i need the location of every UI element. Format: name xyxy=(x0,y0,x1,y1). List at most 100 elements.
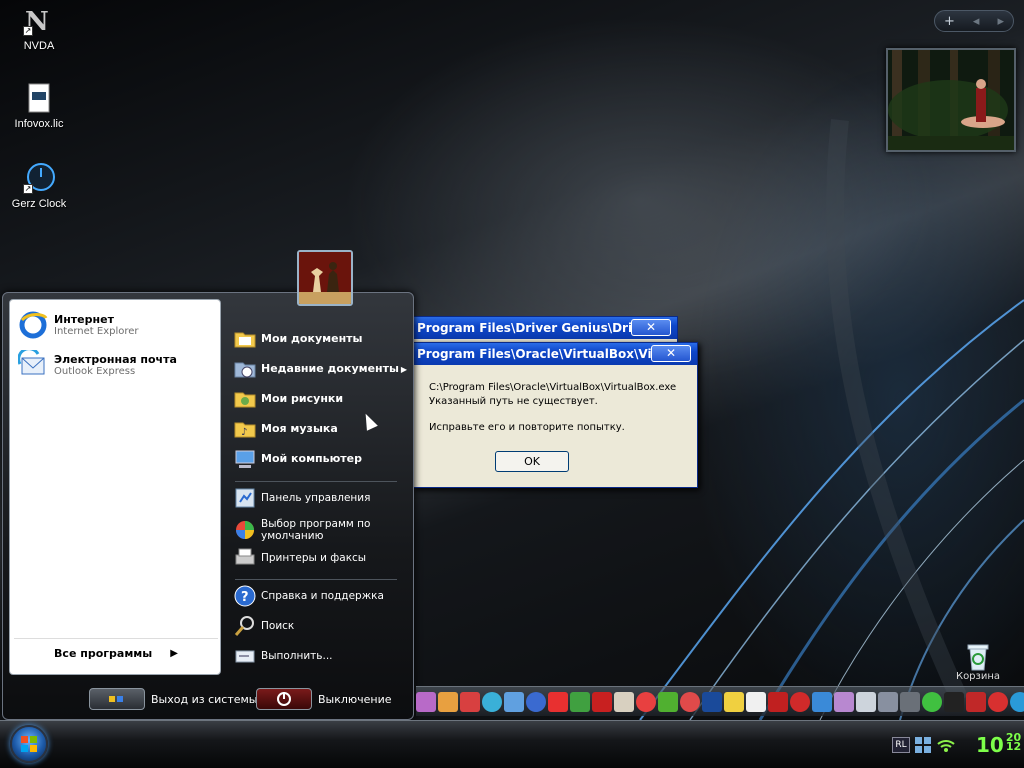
internet-explorer-icon xyxy=(18,310,48,340)
app-launcher-icon[interactable] xyxy=(966,691,986,712)
app-launcher-icon[interactable] xyxy=(900,691,920,712)
app-launcher-icon[interactable] xyxy=(944,691,964,712)
pinned-programs-pane: Интернет Internet Explorer Электронная п… xyxy=(9,299,221,675)
error-line-2: Исправьте его и повторите попытку. xyxy=(429,422,625,433)
menu-item-recent-documents[interactable]: Недавние документы ▶ xyxy=(233,356,411,382)
desktop-icon-recycle-bin[interactable]: Корзина xyxy=(950,642,1006,682)
default-programs-icon xyxy=(233,518,257,542)
app-launcher-icon[interactable] xyxy=(856,691,876,712)
all-programs-button[interactable]: Все программы ▶ xyxy=(14,638,218,668)
app-launcher-icon[interactable] xyxy=(746,691,766,712)
close-button[interactable]: ✕ xyxy=(631,319,671,336)
app-launcher-icon[interactable] xyxy=(834,691,854,712)
pinned-title: Электронная почта xyxy=(54,353,177,366)
menu-separator xyxy=(235,481,397,482)
app-launcher-icon[interactable] xyxy=(592,691,612,712)
app-launcher-icon[interactable] xyxy=(658,691,678,712)
start-menu: Интернет Internet Explorer Электронная п… xyxy=(2,292,414,720)
taskbar-clock[interactable]: 10 20 12 xyxy=(976,732,1021,757)
chevron-right-icon: ▶ xyxy=(400,364,407,374)
desktop-icon-infovox[interactable]: Infovox.lic xyxy=(1,82,77,130)
app-launcher-icon[interactable] xyxy=(504,691,524,712)
app-launcher-icon[interactable] xyxy=(482,691,502,712)
user-picture[interactable] xyxy=(297,250,353,306)
app-launcher-icon[interactable] xyxy=(636,691,656,712)
taskbar xyxy=(0,720,1024,768)
menu-item-run[interactable]: Выполнить... xyxy=(233,643,411,669)
pinned-outlook-express[interactable]: Электронная почта Outlook Express xyxy=(17,347,216,382)
app-launcher-icon[interactable] xyxy=(526,691,546,712)
desktop-icon-label: NVDA xyxy=(23,40,55,52)
error-path: C:\Program Files\Oracle\VirtualBox\Virtu… xyxy=(429,382,677,393)
quick-launch-bar xyxy=(416,686,1024,716)
log-off-button[interactable]: Выход из системы xyxy=(89,687,257,711)
app-launcher-icon[interactable] xyxy=(460,691,480,712)
menu-item-default-programs[interactable]: Выбор программ по умолчанию xyxy=(233,515,411,545)
menu-item-printers-faxes[interactable]: Принтеры и факсы xyxy=(233,545,411,571)
slideshow-gadget[interactable] xyxy=(886,48,1016,152)
pinned-internet-explorer[interactable]: Интернет Internet Explorer xyxy=(18,308,216,342)
menu-item-search[interactable]: Поиск xyxy=(233,613,411,639)
svg-text:♪: ♪ xyxy=(241,427,247,438)
menu-item-help-support[interactable]: ? Справка и поддержка xyxy=(233,583,411,609)
app-launcher-icon[interactable] xyxy=(812,691,832,712)
wireless-signal-icon[interactable] xyxy=(936,736,956,754)
desktop-icon-label: Gerz Clock xyxy=(11,198,67,210)
log-off-label: Выход из системы xyxy=(151,692,258,706)
app-launcher-icon[interactable] xyxy=(768,691,788,712)
menu-item-my-pictures[interactable]: Мои рисунки xyxy=(233,386,411,412)
menu-item-my-computer[interactable]: Мой компьютер xyxy=(233,446,411,472)
start-button[interactable] xyxy=(10,725,48,763)
dialog-title[interactable]: Program Files\Driver Genius\Drive... ✕ xyxy=(413,317,677,339)
error-dialog-virtualbox[interactable]: Program Files\Oracle\VirtualBox\Vir... ✕… xyxy=(412,342,698,488)
app-launcher-icon[interactable] xyxy=(438,691,458,712)
error-dialog-driver-genius[interactable]: Program Files\Driver Genius\Drive... ✕ xyxy=(412,316,678,344)
start-menu-footer: Выход из системы Выключение xyxy=(3,679,413,719)
menu-item-my-documents[interactable]: Мои документы xyxy=(233,326,411,352)
dialog-title[interactable]: Program Files\Oracle\VirtualBox\Vir... ✕ xyxy=(413,343,697,365)
desktop-icon-nvda[interactable]: N ↗ NVDA xyxy=(1,4,77,52)
recent-documents-icon xyxy=(233,357,257,381)
desktop-icon-label: Корзина xyxy=(955,671,1001,682)
shut-down-button[interactable]: Выключение xyxy=(256,687,392,711)
dialog-message: C:\Program Files\Oracle\VirtualBox\Virtu… xyxy=(413,365,697,435)
slideshow-image xyxy=(888,50,1014,150)
app-launcher-icon[interactable] xyxy=(702,691,722,712)
app-launcher-icon[interactable] xyxy=(988,691,1008,712)
power-icon xyxy=(256,688,312,710)
add-gadget-button[interactable]: + xyxy=(944,14,955,29)
app-launcher-icon[interactable] xyxy=(1010,691,1024,712)
app-launcher-icon[interactable] xyxy=(614,691,634,712)
app-launcher-icon[interactable] xyxy=(724,691,744,712)
key-icon xyxy=(89,688,145,710)
app-launcher-icon[interactable] xyxy=(570,691,590,712)
menu-item-my-music[interactable]: ♪ Моя музыка xyxy=(233,416,411,442)
ok-button[interactable]: OK xyxy=(495,451,569,472)
app-launcher-icon[interactable] xyxy=(878,691,898,712)
menu-item-control-panel[interactable]: Панель управления xyxy=(233,485,411,511)
help-icon: ? xyxy=(233,584,257,608)
desktop-icon-label: Infovox.lic xyxy=(14,118,64,130)
pinned-title: Интернет xyxy=(54,313,114,326)
app-launcher-icon[interactable] xyxy=(680,691,700,712)
clock-hour: 10 xyxy=(976,733,1004,757)
network-icon[interactable] xyxy=(914,736,932,754)
language-indicator[interactable]: RL xyxy=(892,737,910,753)
nvda-icon: N ↗ xyxy=(23,7,49,37)
app-launcher-icon[interactable] xyxy=(548,691,568,712)
my-music-icon: ♪ xyxy=(233,417,257,441)
outlook-express-icon xyxy=(17,347,48,380)
windows-logo-icon xyxy=(21,736,37,752)
search-icon xyxy=(233,614,257,638)
previous-page-button[interactable]: ◂ xyxy=(973,14,980,29)
app-launcher-icon[interactable] xyxy=(790,691,810,712)
next-page-button[interactable]: ▸ xyxy=(997,14,1004,29)
arrow-right-icon: ▶ xyxy=(170,648,178,659)
run-icon xyxy=(233,644,257,668)
close-button[interactable]: ✕ xyxy=(651,345,691,362)
my-pictures-icon xyxy=(233,387,257,411)
app-launcher-icon[interactable] xyxy=(922,691,942,712)
desktop-icon-gerz-clock[interactable]: ↗ Gerz Clock xyxy=(1,162,77,210)
app-launcher-icon[interactable] xyxy=(416,691,436,712)
control-panel-icon xyxy=(233,486,257,510)
